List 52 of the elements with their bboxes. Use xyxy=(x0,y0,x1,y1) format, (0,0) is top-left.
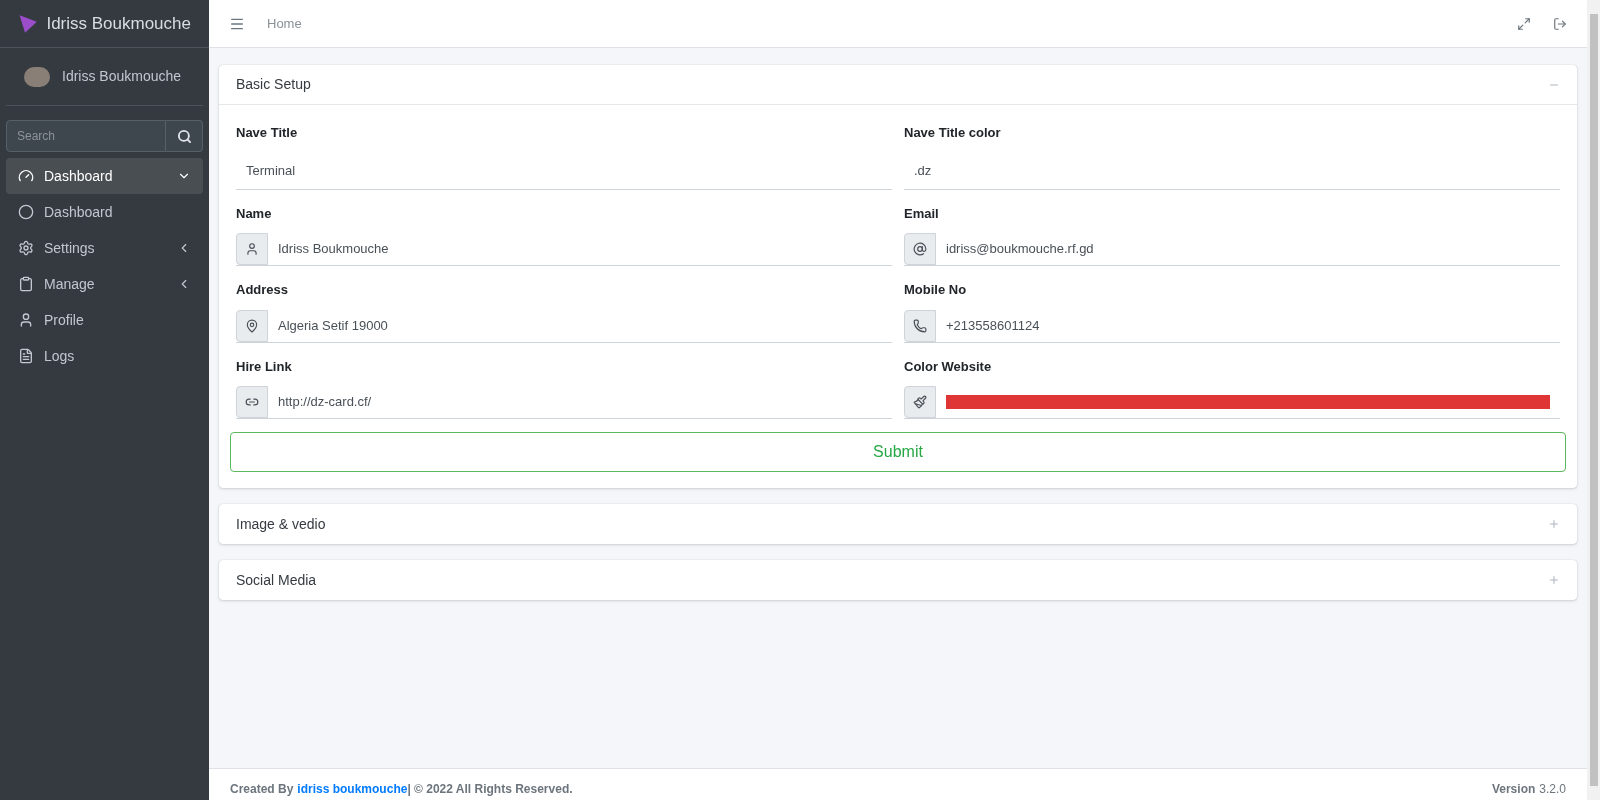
field-icon xyxy=(245,395,259,409)
search-icon xyxy=(176,128,192,144)
footer-text: Created By xyxy=(230,781,294,798)
text-field[interactable]: .dz xyxy=(904,152,1560,190)
brush-icon xyxy=(913,395,927,409)
color-picker[interactable] xyxy=(946,395,1550,409)
text-field[interactable]: Terminal xyxy=(236,152,892,190)
fullscreen-icon[interactable] xyxy=(1517,16,1531,31)
field-label: Hire Link xyxy=(236,357,293,376)
scrollbar[interactable] xyxy=(1587,0,1600,800)
input-field[interactable]: Idriss Boukmouche xyxy=(268,233,892,265)
menu-item-icon xyxy=(18,276,34,292)
field-label: Color Website xyxy=(904,357,993,376)
input-field[interactable]: idriss@boukmouche.rf.gd xyxy=(936,233,1560,265)
field-label: Mobile No xyxy=(904,281,968,299)
input-field[interactable]: +213558601124 xyxy=(936,309,1560,342)
copyright-text: | © 2022 All Rights Reserved. xyxy=(407,781,574,798)
field-icon xyxy=(245,318,259,333)
field-label: Email xyxy=(904,204,940,223)
sidebar-item[interactable]: Manage xyxy=(6,266,203,302)
menu-item-icon xyxy=(18,168,34,184)
field-label: Name xyxy=(236,204,273,223)
input-field[interactable]: http://dz-card.cf/ xyxy=(268,386,892,418)
card-title: Basic Setup xyxy=(236,75,312,94)
sidebar-item[interactable]: Dashboard xyxy=(6,158,203,194)
menu-item-icon xyxy=(18,312,34,328)
field-icon xyxy=(245,242,259,256)
avatar xyxy=(24,66,50,87)
search-button[interactable] xyxy=(166,120,203,152)
field-icon xyxy=(913,318,927,333)
menu-item-icon xyxy=(18,348,34,364)
sidebar-item[interactable]: Profile xyxy=(6,302,203,338)
logout-icon[interactable] xyxy=(1553,16,1567,31)
input-field[interactable]: Algeria Setif 19000 xyxy=(268,309,892,342)
search-field[interactable]: Search xyxy=(6,120,166,152)
field-label: Nave Title xyxy=(236,124,299,142)
version-label: Version xyxy=(1491,781,1536,798)
brand-title[interactable]: Idriss Boukmouche xyxy=(46,10,191,37)
field-label: Address xyxy=(236,281,290,299)
expand-icon[interactable] xyxy=(1548,574,1560,586)
sidebar-item[interactable]: Logs xyxy=(6,338,203,374)
version-number: 3.2.0 xyxy=(1539,781,1566,798)
sidebar-item[interactable]: Dashboard xyxy=(6,194,203,230)
user-name[interactable]: Idriss Boukmouche xyxy=(62,66,182,87)
expand-icon[interactable] xyxy=(1548,518,1560,530)
field-icon xyxy=(913,242,927,256)
card-title: Social Media xyxy=(236,570,318,590)
card-title: Image & vedio xyxy=(236,514,327,534)
menu-item-icon xyxy=(18,240,34,256)
sidebar-item[interactable]: Settings xyxy=(6,230,203,266)
circle-icon xyxy=(18,204,34,220)
field-label: Nave Title color xyxy=(904,124,1002,142)
